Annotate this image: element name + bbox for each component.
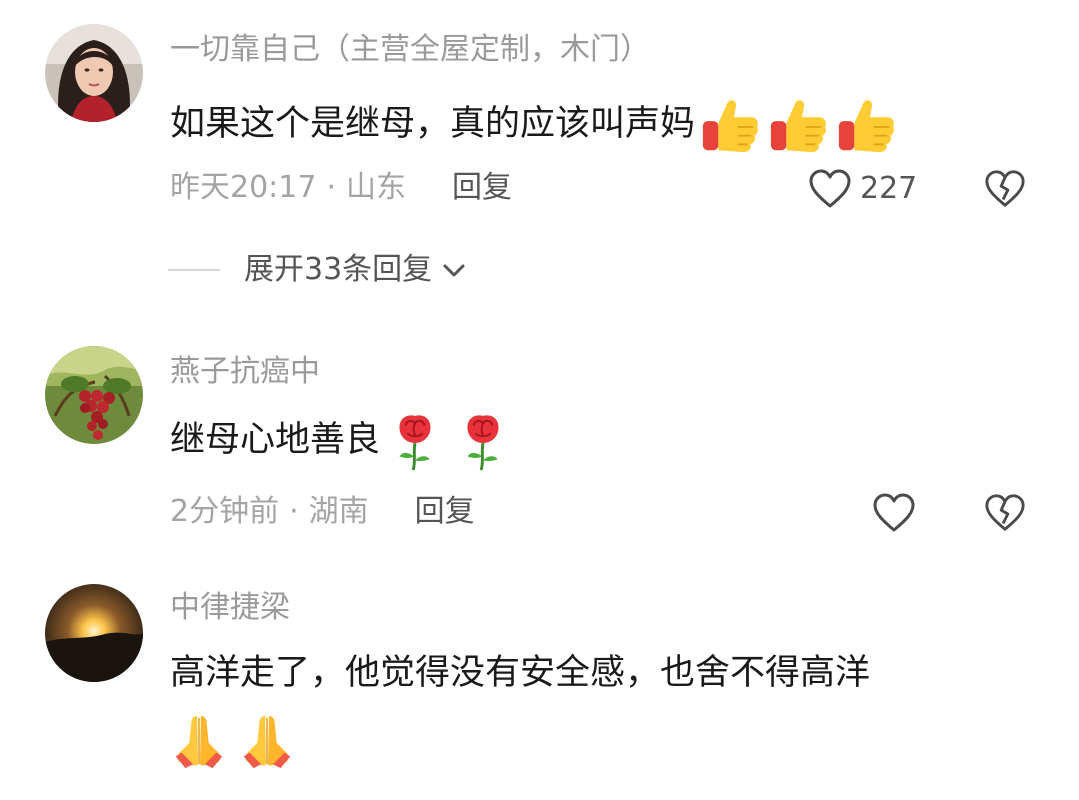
- like-count: 227: [860, 171, 918, 206]
- rose-icon: [467, 415, 499, 471]
- comment-text: 高洋走了，他觉得没有安全感，也舍不得高洋: [170, 648, 870, 698]
- folded-hands-icon: [175, 715, 223, 769]
- username[interactable]: 中律捷梁: [170, 588, 290, 628]
- comment-text: 继母心地善良: [170, 410, 514, 472]
- heart-icon: [809, 169, 851, 208]
- comment-text-content: 高洋走了，他觉得没有安全感，也舍不得高洋: [170, 653, 871, 693]
- reply-button[interactable]: 回复: [452, 168, 512, 208]
- dislike-broken-heart-icon[interactable]: [984, 492, 1026, 534]
- separator-dot: ·: [289, 494, 299, 529]
- thumbs-up-icon: [770, 100, 826, 153]
- username[interactable]: 一切靠自己（主营全屋定制，木门）: [170, 30, 650, 70]
- comment-item: 中律捷梁 高洋走了，他觉得没有安全感，也舍不得高洋: [0, 560, 1079, 800]
- emoji-group: [699, 94, 897, 156]
- comment-time: 昨天20:17: [170, 170, 317, 205]
- reply-button[interactable]: 回复: [415, 492, 475, 532]
- comment-text: 如果这个是继母，真的应该叫声妈: [170, 94, 897, 156]
- comment-item: 燕子抗癌中 继母心地善良 2分钟前 · 湖南 回复: [0, 300, 1079, 560]
- comment-location: 山东: [346, 170, 407, 205]
- avatar[interactable]: [45, 346, 143, 444]
- comment-meta: 2分钟前 · 湖南 回复: [170, 492, 475, 532]
- folded-hands-icon: [243, 715, 291, 769]
- chevron-down-icon: [443, 264, 465, 277]
- expand-replies-button[interactable]: 展开33条回复: [168, 250, 468, 290]
- comment-text-content: 继母心地善良: [170, 420, 381, 460]
- like-button[interactable]: [872, 492, 916, 534]
- avatar[interactable]: [45, 24, 143, 122]
- rose-icon: [399, 415, 431, 471]
- comment-item: 一切靠自己（主营全屋定制，木门） 如果这个是继母，真的应该叫声妈 昨天20:17…: [0, 0, 1079, 300]
- separator-dot: ·: [326, 170, 337, 205]
- emoji-group: [168, 710, 298, 772]
- dislike-broken-heart-icon[interactable]: [984, 168, 1026, 210]
- comment-time: 2分钟前: [170, 494, 280, 529]
- like-button[interactable]: 227: [808, 168, 917, 210]
- thumbs-up-icon: [702, 100, 758, 153]
- comment-text-content: 如果这个是继母，真的应该叫声妈: [170, 104, 696, 144]
- heart-icon: [873, 493, 915, 532]
- username[interactable]: 燕子抗癌中: [170, 352, 320, 392]
- thumbs-up-icon: [838, 100, 894, 153]
- comment-location: 湖南: [308, 494, 369, 529]
- comment-meta: 昨天20:17 · 山东 回复: [170, 168, 512, 208]
- divider-line: [168, 269, 220, 271]
- expand-replies-label: 展开33条回复: [244, 252, 433, 287]
- emoji-group: [384, 410, 514, 472]
- avatar[interactable]: [45, 584, 143, 682]
